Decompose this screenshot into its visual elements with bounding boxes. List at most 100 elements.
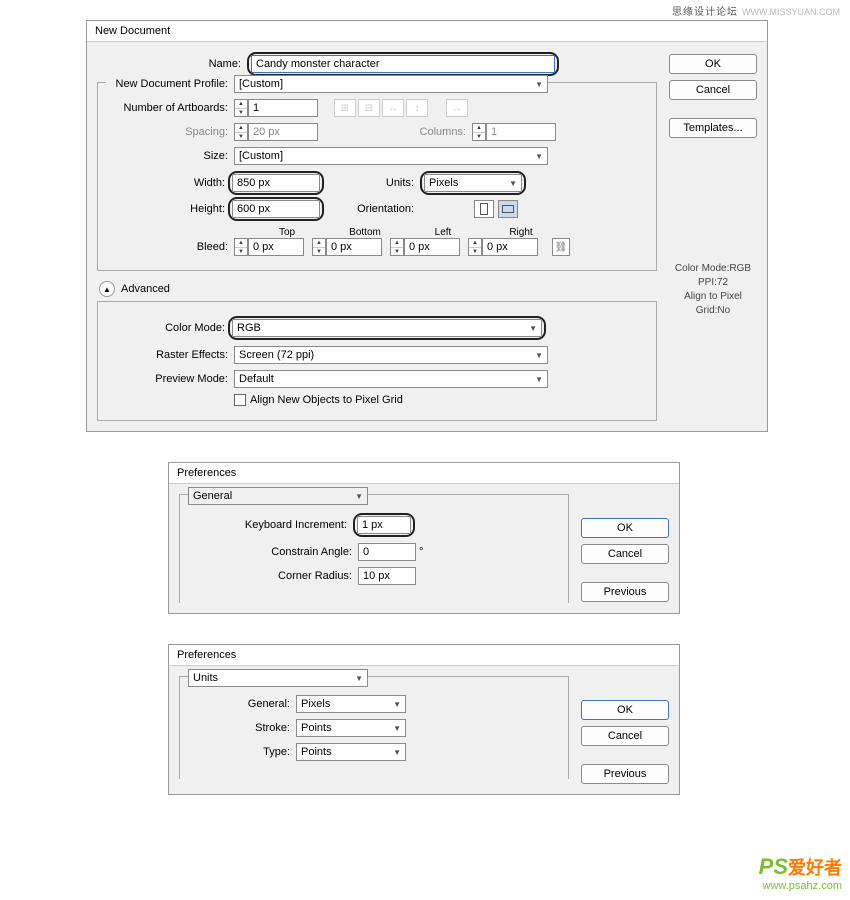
portrait-icon[interactable]: [474, 200, 494, 218]
stroke-label: Stroke:: [188, 722, 296, 734]
degree-symbol: °: [419, 546, 423, 558]
previous-button[interactable]: Previous: [581, 764, 669, 784]
bleed-right-input[interactable]: [482, 238, 538, 256]
units-select[interactable]: Pixels▼: [424, 174, 522, 192]
ok-button[interactable]: OK: [669, 54, 757, 74]
artboards-label: Number of Artboards:: [106, 102, 234, 114]
ok-button[interactable]: OK: [581, 700, 669, 720]
chevron-down-icon: ▼: [393, 724, 401, 733]
cancel-button[interactable]: Cancel: [581, 544, 669, 564]
watermark: PS爱好者 www.psahz.com: [759, 854, 842, 892]
link-bleed-icon[interactable]: ⛓: [552, 238, 570, 256]
right-label: Right: [482, 227, 560, 238]
angle-input[interactable]: [358, 543, 416, 561]
raster-select[interactable]: Screen (72 ppi)▼: [234, 346, 548, 364]
advanced-fieldset: Color Mode: RGB▼ Raster Effects: Screen …: [97, 301, 657, 421]
profile-select[interactable]: [Custom]▼: [234, 75, 548, 93]
dialog-title: New Document: [87, 21, 767, 42]
width-label: Width:: [106, 177, 231, 189]
grid-by-col-icon[interactable]: ⊟: [358, 99, 380, 117]
profile-label: New Document Profile:: [106, 78, 234, 90]
chevron-down-icon: ▼: [393, 700, 401, 709]
stroke-select[interactable]: Points▼: [296, 719, 406, 737]
bleed-left-stepper[interactable]: ▲▼: [390, 238, 404, 256]
top-label: Top: [248, 227, 326, 238]
collapse-toggle[interactable]: ▲: [99, 281, 115, 297]
name-input[interactable]: [251, 55, 555, 73]
kbd-label: Keyboard Increment:: [188, 519, 353, 531]
name-label: Name:: [97, 58, 247, 70]
general-select[interactable]: Pixels▼: [296, 695, 406, 713]
bleed-right-stepper[interactable]: ▲▼: [468, 238, 482, 256]
arrange-col-icon[interactable]: ↕: [406, 99, 428, 117]
width-input[interactable]: [232, 174, 320, 192]
columns-stepper: ▲▼: [472, 123, 486, 141]
chevron-down-icon: ▼: [535, 80, 543, 89]
height-highlight: [228, 197, 324, 221]
chevron-down-icon: ▼: [535, 375, 543, 384]
bottom-label: Bottom: [326, 227, 404, 238]
spacing-stepper: ▲▼: [234, 123, 248, 141]
top-credit: 思缘设计论坛WWW.MISSYUAN.COM: [0, 0, 850, 20]
corner-label: Corner Radius:: [188, 570, 358, 582]
bleed-bottom-input[interactable]: [326, 238, 382, 256]
preview-select[interactable]: Default▼: [234, 370, 548, 388]
advanced-label: Advanced: [121, 283, 170, 295]
align-checkbox[interactable]: [234, 394, 246, 406]
arrange-row-icon[interactable]: ↔: [382, 99, 404, 117]
grid-by-row-icon[interactable]: ⊞: [334, 99, 356, 117]
prefs-fieldset: Units▼ General: Pixels▼ Stroke: Points▼: [179, 676, 569, 779]
bleed-top-input[interactable]: [248, 238, 304, 256]
left-label: Left: [404, 227, 482, 238]
bleed-top-stepper[interactable]: ▲▼: [234, 238, 248, 256]
cancel-button[interactable]: Cancel: [669, 80, 757, 100]
size-label: Size:: [106, 150, 234, 162]
info-text: Color Mode:RGB PPI:72 Align to Pixel Gri…: [669, 262, 757, 318]
prefs-fieldset: General▼ Keyboard Increment: Constrain A…: [179, 494, 569, 603]
colormode-select[interactable]: RGB▼: [232, 319, 542, 337]
corner-input[interactable]: [358, 567, 416, 585]
angle-label: Constrain Angle:: [188, 546, 358, 558]
artboards-input[interactable]: [248, 99, 318, 117]
width-highlight: [228, 171, 324, 195]
units-label: Units:: [324, 177, 420, 189]
columns-label: Columns:: [318, 126, 472, 138]
templates-button[interactable]: Templates...: [669, 118, 757, 138]
main-fieldset: New Document Profile: [Custom]▼ Number o…: [97, 82, 657, 271]
chevron-down-icon: ▼: [509, 179, 517, 188]
kbd-input[interactable]: [357, 516, 411, 534]
height-label: Height:: [106, 203, 231, 215]
bleed-label: Bleed:: [106, 241, 234, 253]
dialog-title: Preferences: [169, 645, 679, 666]
kbd-highlight: [353, 513, 415, 537]
name-highlight: [247, 52, 559, 76]
colormode-label: Color Mode:: [106, 322, 231, 334]
align-label: Align New Objects to Pixel Grid: [250, 394, 403, 406]
type-select[interactable]: Points▼: [296, 743, 406, 761]
preferences-units-dialog: Preferences Units▼ General: Pixels▼ Stro…: [168, 644, 680, 795]
bleed-bottom-stepper[interactable]: ▲▼: [312, 238, 326, 256]
chevron-down-icon: ▼: [355, 674, 363, 683]
chevron-down-icon: ▼: [393, 748, 401, 757]
cancel-button[interactable]: Cancel: [581, 726, 669, 746]
previous-button[interactable]: Previous: [581, 582, 669, 602]
bleed-left-input[interactable]: [404, 238, 460, 256]
artboards-stepper[interactable]: ▲▼: [234, 99, 248, 117]
direction-icon[interactable]: →: [446, 99, 468, 117]
preferences-general-dialog: Preferences General▼ Keyboard Increment:…: [168, 462, 680, 614]
chevron-down-icon: ▼: [535, 351, 543, 360]
height-input[interactable]: [232, 200, 320, 218]
general-label: General:: [188, 698, 296, 710]
spacing-label: Spacing:: [106, 126, 234, 138]
landscape-icon[interactable]: [498, 200, 518, 218]
prefs-tab-select[interactable]: General▼: [188, 487, 368, 505]
chevron-down-icon: ▼: [355, 492, 363, 501]
chevron-down-icon: ▼: [535, 152, 543, 161]
size-select[interactable]: [Custom]▼: [234, 147, 548, 165]
preview-label: Preview Mode:: [106, 373, 234, 385]
ok-button[interactable]: OK: [581, 518, 669, 538]
chevron-down-icon: ▼: [529, 324, 537, 333]
raster-label: Raster Effects:: [106, 349, 234, 361]
prefs-tab-select[interactable]: Units▼: [188, 669, 368, 687]
units-highlight: Pixels▼: [420, 171, 526, 195]
